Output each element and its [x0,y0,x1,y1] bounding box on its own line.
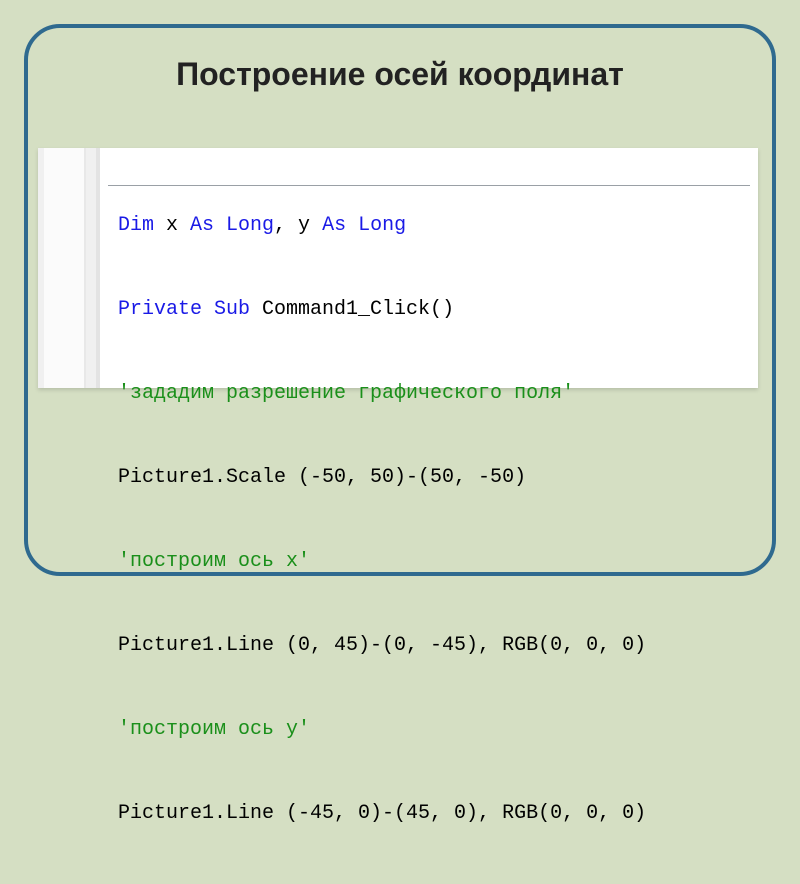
code-area: Dim x As Long, y As Long Private Sub Com… [118,156,750,884]
keyword: Private Sub [118,298,250,321]
code-line-7: 'построим ось y' [118,716,750,744]
slide-title: Построение осей координат [28,56,772,93]
code-panel: Dim x As Long, y As Long Private Sub Com… [38,148,758,388]
code-comment: 'зададим разрешение графического поля' [118,382,574,405]
code-line-6: Picture1.Line (0, 45)-(0, -45), RGB(0, 0… [118,632,750,660]
code-line-4: Picture1.Scale (-50, 50)-(50, -50) [118,464,750,492]
code-comment: 'построим ось x' [118,550,310,573]
slide-card: Построение осей координат Dim x As Long,… [24,24,776,576]
code-text: , y [274,214,322,237]
editor-gutter [38,148,100,388]
code-comment: 'построим ось y' [118,718,310,741]
code-line-5: 'построим ось x' [118,548,750,576]
keyword: As Long [322,214,406,237]
code-text: x [154,214,190,237]
code-text: Picture1.Line (0, 45)-(0, -45), RGB(0, 0… [118,634,646,657]
code-text: Picture1.Line (-45, 0)-(45, 0), RGB(0, 0… [118,802,646,825]
code-line-3: 'зададим разрешение графического поля' [118,380,750,408]
keyword: As Long [190,214,274,237]
keyword: Dim [118,214,154,237]
editor-gutter-inner [44,148,86,388]
code-line-1: Dim x As Long, y As Long [118,212,750,240]
code-line-8: Picture1.Line (-45, 0)-(45, 0), RGB(0, 0… [118,800,750,828]
code-text: Picture1.Scale (-50, 50)-(50, -50) [118,466,526,489]
code-line-2: Private Sub Command1_Click() [118,296,750,324]
code-text: Command1_Click() [250,298,454,321]
